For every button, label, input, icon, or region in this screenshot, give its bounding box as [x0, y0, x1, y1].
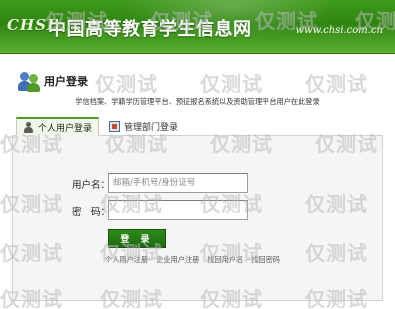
admin-icon [109, 121, 121, 132]
password-input[interactable] [108, 200, 248, 220]
watermark-text: 仅测试 [305, 72, 368, 96]
person-icon [23, 121, 34, 133]
section-subtitle: 学信档案、学籍学历管理平台、预征报名系统以及资助管理平台用户在此登录 [75, 97, 320, 106]
watermark-text: 仅测试 [200, 72, 263, 96]
login-page: CHSI 中国高等教育学生信息网 www.chsi.com.cn 用户登录 学信… [0, 0, 395, 309]
watermark-text: 仅测试 [95, 72, 158, 96]
register-personal-link[interactable]: 个人用户注册 [105, 255, 148, 265]
username-label: 用户名： [71, 180, 110, 191]
account-links: 个人用户注册 企业用户注册 找回用户名 找回密码 [105, 255, 288, 265]
site-header-banner: CHSI 中国高等教育学生信息网 www.chsi.com.cn [0, 0, 395, 54]
users-icon [18, 70, 40, 92]
site-url: www.chsi.com.cn [295, 25, 383, 36]
section-title: 用户登录 [44, 75, 88, 88]
tab-personal-login[interactable]: 个人用户登录 [16, 117, 100, 136]
login-tabs: 个人用户登录 管理部门登录 [16, 117, 184, 136]
site-title[interactable]: 中国高等教育学生信息网 [48, 15, 252, 41]
username-input[interactable] [108, 173, 248, 193]
recover-password-link[interactable]: 找回密码 [251, 255, 280, 265]
register-enterprise-link[interactable]: 企业用户注册 [156, 255, 199, 265]
password-label: 密 码： [71, 207, 110, 218]
section-heading: 用户登录 [18, 68, 88, 94]
tab-label: 管理部门登录 [124, 123, 179, 133]
recover-username-link[interactable]: 找回用户名 [207, 255, 243, 265]
tab-label: 个人用户登录 [38, 123, 93, 134]
tab-admin-login[interactable]: 管理部门登录 [103, 117, 184, 136]
login-button[interactable]: 登 录 [108, 229, 166, 248]
login-form-panel: 用户名： 密 码： 登 录 个人用户注册 企业用户注册 找回用户名 找回密码 [12, 135, 383, 301]
